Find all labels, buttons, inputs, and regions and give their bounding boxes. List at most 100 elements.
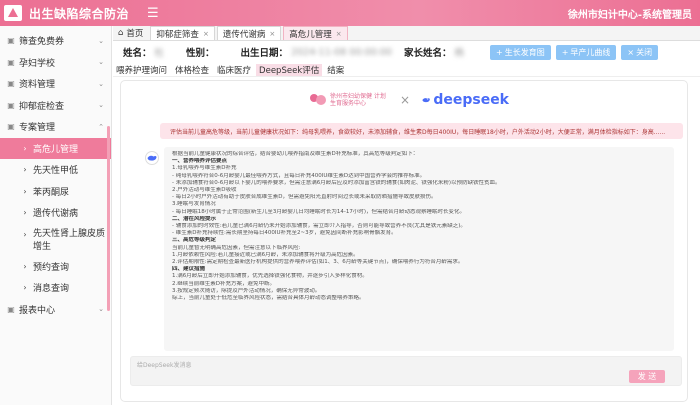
top-bar: 出生缺陷综合防治 ☰ 徐州市妇计中心-系统管理员 (0, 0, 700, 26)
chevron-up-icon: ⌃ (98, 122, 104, 131)
sidebar-item-label: 预约查询 (33, 262, 70, 273)
org-name: 徐州市妇幼保健 计划生育服务中心 (330, 93, 386, 107)
file-icon: ▣ (7, 79, 15, 89)
chevron-down-icon: ⌄ (98, 36, 104, 45)
sidebar-item-hypothyroid[interactable]: › 先天性甲低 (0, 159, 111, 181)
dob-value: 2024-11-08 00:00:00 (291, 46, 392, 58)
subtab-physical[interactable]: 体格检查 (172, 64, 212, 76)
tab-label: 抑郁症筛查 (156, 29, 199, 40)
tab-label: 高危儿管理 (289, 29, 332, 40)
chevron-down-icon: ⌄ (98, 79, 104, 88)
sidebar-item-cah[interactable]: › 先天性肾上腺皮质增生 (0, 224, 111, 256)
tab-depression[interactable]: 抑郁症筛查 × (150, 26, 215, 40)
reply-heading: 二、潜在风险提示 (172, 215, 217, 222)
sidebar-item-voucher[interactable]: ▣ 筛查免费券 ⌄ (0, 30, 111, 52)
org-logo: 徐州市妇幼保健 计划生育服务中心 (309, 93, 388, 107)
subtab-clinical[interactable]: 临床医疗 (214, 64, 254, 76)
chevron-right-icon: › (23, 165, 27, 175)
plus-icon: + (561, 47, 569, 57)
reply-line: 2.继续当前维生素D补充方案，避免中断。 (172, 280, 275, 287)
app-title: 出生缺陷综合防治 (29, 6, 130, 21)
menu-toggle-icon[interactable]: ☰ (147, 6, 159, 21)
tab-metabolic[interactable]: 遗传代谢病 × (216, 26, 282, 40)
name-label: 姓名： (123, 48, 152, 59)
chevron-right-icon: › (23, 229, 27, 239)
folder-icon: ▣ (7, 122, 15, 132)
name-value: 杜 (154, 48, 165, 59)
deepseek-avatar-icon (145, 151, 159, 165)
tab-bar: ⌂ 首页 抑郁症筛查 × 遗传代谢病 × 高危儿管理 × (113, 26, 700, 41)
sidebar-item-label: 遗传代谢病 (33, 209, 79, 220)
send-button[interactable]: 发 送 (629, 370, 665, 383)
sidebar-scrollbar[interactable] (107, 126, 110, 311)
sidebar-item-pku[interactable]: › 苯丙酮尿 (0, 181, 111, 203)
sidebar: ▣ 筛查免费券 ⌄ ▣ 孕妇学校 ⌄ ▣ 资料管理 ⌄ ▣ 抑郁症检查 ⌄ ▣ … (0, 26, 112, 405)
home-icon: ⌂ (118, 28, 124, 38)
tab-label: 首页 (126, 29, 144, 39)
subtab-close-case[interactable]: 结案 (324, 64, 347, 76)
sex-label: 性别： (186, 48, 215, 59)
reply-line: 3.睡眠与发育情况 (172, 201, 216, 208)
sidebar-item-school[interactable]: ▣ 孕妇学校 ⌄ (0, 52, 111, 74)
reply-line: 根据当前儿童健康状况的综合评估，结合婴幼儿喂养指南及维生素D补充标准，其高危等级… (172, 151, 419, 157)
parent-label: 家长姓名： (403, 48, 452, 59)
reply-line: 2.户外活动与维生素D吸收 (172, 187, 237, 194)
chevron-down-icon: ⌄ (98, 58, 104, 67)
sidebar-item-label: 先天性甲低 (33, 166, 79, 177)
close-icon: × (627, 47, 635, 57)
reply-heading: 一、营养喂养评估要点 (172, 158, 228, 165)
sub-tab-bar: 喂养护理询问 体格检查 临床医疗 DeepSeek评估 结案 (113, 63, 700, 77)
dob-label: 出生日期： (240, 48, 289, 59)
reply-line: 当前儿童暂无明确高危因素，但需注意以下临界风险: (172, 244, 301, 251)
sidebar-item-depression[interactable]: ▣ 抑郁症检查 ⌄ (0, 95, 111, 117)
sidebar-item-label: 资料管理 (19, 80, 56, 91)
growth-chart-button[interactable]: + 生长发育图 (490, 44, 551, 60)
sidebar-item-messages[interactable]: › 消息查询 (0, 277, 111, 299)
plus-icon: + (496, 47, 503, 57)
deepseek-logo-text: deepseek (433, 92, 509, 108)
app-logo-icon (3, 4, 23, 22)
button-label: 关闭 (636, 47, 653, 57)
close-icon[interactable]: × (269, 30, 275, 38)
reply-line: - 纯母乳喂养符合0-6月龄婴儿最佳喂养方式，且每日补充400IU维生素D达到中… (172, 172, 426, 179)
tab-home[interactable]: ⌂ 首页 (113, 26, 148, 40)
reply-line: 3.按规定频次随访，除提及户外活动情况，确保无异常波动。 (172, 287, 321, 294)
sidebar-item-label: 抑郁症检查 (19, 101, 65, 112)
sidebar-item-label: 消息查询 (33, 284, 70, 295)
sidebar-item-metabolic[interactable]: › 遗传代谢病 (0, 202, 111, 224)
sidebar-item-high-risk[interactable]: › 高危儿管理 (0, 137, 111, 159)
subtab-deepseek[interactable]: DeepSeek评估 (256, 63, 323, 76)
close-icon[interactable]: × (203, 30, 209, 38)
school-icon: ▣ (7, 57, 15, 67)
sidebar-item-reports[interactable]: ▣ 报表中心 ⌄ (0, 299, 111, 321)
reply-line: 1.满6月龄后立即开始添加辅食，优先选择铁强化食物，并逐步引入多样化食材。 (172, 273, 368, 280)
patient-info: 姓名： 杜 性别： 出生日期： 2024-11-08 00:00:00 家长姓名… (113, 41, 700, 63)
brand-separator: × (400, 93, 411, 107)
message-input[interactable]: 给DeepSeek发消息 (130, 356, 682, 386)
reply-line: - 维生素D补充持续性:需长期坚持每日400IU补充至2~3岁，避免因间断补充影… (172, 230, 397, 237)
tab-high-risk[interactable]: 高危儿管理 × (283, 26, 348, 40)
preterm-curve-button[interactable]: + 早产儿曲线 (555, 44, 617, 60)
sidebar-item-label: 报表中心 (19, 305, 56, 316)
user-info[interactable]: 徐州市妇计中心-系统管理员 (568, 6, 692, 21)
reply-line: - 每日2小时户外活动有助于皮肤合成维生素D，但需避免阳光直射时间过长或未采取防… (172, 194, 437, 201)
subtab-feeding[interactable]: 喂养护理询问 (113, 64, 170, 76)
chevron-right-icon: › (23, 208, 27, 218)
sidebar-item-docs[interactable]: ▣ 资料管理 ⌄ (0, 73, 111, 95)
reply-line: - 每日睡眠18小时属于正常范围(新生儿至3月龄婴儿日均睡眠时长为14-17小时… (172, 208, 466, 215)
button-label: 生长发育图 (504, 47, 545, 57)
chevron-down-icon: ⌄ (98, 305, 104, 314)
ticket-icon: ▣ (7, 36, 15, 46)
button-label: 早产儿曲线 (570, 47, 611, 57)
sidebar-item-case-mgmt[interactable]: ▣ 专案管理 ⌃ (0, 116, 111, 138)
close-button[interactable]: × 关闭 (621, 44, 659, 60)
report-icon: ▣ (7, 304, 15, 314)
check-icon: ▣ (7, 100, 15, 110)
close-icon[interactable]: × (336, 30, 342, 38)
chevron-right-icon: › (23, 283, 27, 293)
sidebar-item-appointment[interactable]: › 预约查询 (0, 256, 111, 278)
deepseek-chat-panel: 徐州市妇幼保健 计划生育服务中心 × deepseek 评估当前儿童高危等级，当… (120, 80, 688, 402)
sidebar-item-label: 孕妇学校 (19, 58, 56, 69)
reply-line: 综上，当前儿童处于低危至临界风险状态，需结合具体月龄动态调整喂养策略。 (172, 295, 365, 302)
sidebar-item-label: 筛查免费券 (19, 37, 65, 48)
